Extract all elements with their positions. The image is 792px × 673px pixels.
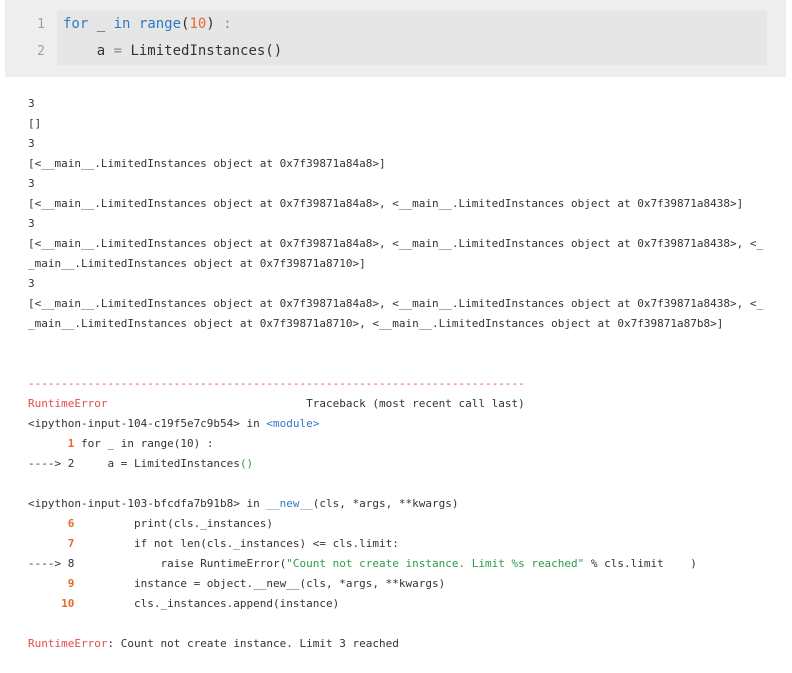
error-name: RuntimeError — [28, 397, 108, 410]
traceback-code: a = LimitedInstances — [74, 457, 240, 470]
frame-function: <module> — [266, 417, 320, 430]
traceback-code: () — [239, 457, 254, 470]
traceback-line: 7 if not len(cls._instances) <= cls.limi… — [28, 534, 788, 554]
code-cell[interactable]: 1 2 for _ in range(10) : a = LimitedInst… — [5, 0, 786, 77]
output-line: [<__main__.LimitedInstances object at 0x… — [28, 237, 764, 250]
frame-in: in — [239, 497, 267, 510]
traceback-arrow: ----> 8 — [28, 557, 75, 570]
traceback-line-number: 1 — [28, 437, 75, 450]
traceback-code: if not len(cls._instances) <= cls.limit: — [74, 537, 399, 550]
traceback-code: % cls.limit ) — [584, 557, 697, 570]
error-message: RuntimeError: Count not create instance.… — [28, 634, 788, 654]
traceback-code: print(cls._instances) — [74, 517, 274, 530]
traceback-frame-header: <ipython-input-104-c19f5e7c9b54> in <mod… — [28, 414, 788, 434]
traceback-code: raise RuntimeError( — [74, 557, 287, 570]
traceback-separator: ----------------------------------------… — [28, 377, 525, 390]
frame-file: <ipython-input-104-c19f5e7c9b54> — [28, 417, 240, 430]
traceback-line-number: 6 — [28, 517, 75, 530]
traceback-frame-header: <ipython-input-103-bfcdfa7b91b8> in __ne… — [28, 494, 788, 514]
code-editor[interactable]: for _ in range(10) : a = LimitedInstance… — [57, 11, 767, 65]
code-line[interactable]: a = LimitedInstances() — [57, 38, 767, 65]
traceback-line-number: 7 — [28, 537, 75, 550]
traceback-line-current: ----> 8 raise RuntimeError("Count not cr… — [28, 554, 788, 574]
traceback-arrow: ----> 2 — [28, 457, 75, 470]
frame-file: <ipython-input-103-bfcdfa7b91b8> — [28, 497, 240, 510]
line-number: 2 — [37, 44, 45, 59]
frame-function: __new__ — [266, 497, 313, 510]
traceback-line-number: 10 — [28, 597, 75, 610]
output-line: 3 — [28, 277, 35, 290]
code-token: : — [214, 16, 232, 32]
code-token: _ — [88, 16, 114, 32]
traceback-line-number: 9 — [28, 577, 75, 590]
traceback-title: Traceback (most recent call last) — [107, 397, 525, 410]
traceback-line-current: ----> 2 a = LimitedInstances() — [28, 454, 788, 474]
output-line: 3 — [28, 137, 35, 150]
output-line: _main__.LimitedInstances object at 0x7f3… — [28, 257, 366, 270]
cell-output: 3 [] 3 [<__main__.LimitedInstances objec… — [28, 94, 788, 654]
error-text: : Count not create instance. Limit 3 rea… — [107, 637, 399, 650]
output-line: _main__.LimitedInstances object at 0x7f3… — [28, 317, 724, 330]
keyword: in — [113, 16, 131, 32]
output-line: [<__main__.LimitedInstances object at 0x… — [28, 157, 386, 170]
frame-in: in — [239, 417, 267, 430]
builtin-name: range — [138, 16, 182, 32]
error-name: RuntimeError — [28, 637, 108, 650]
output-line: [<__main__.LimitedInstances object at 0x… — [28, 197, 744, 210]
output-line: 3 — [28, 217, 35, 230]
number-literal: 10 — [189, 16, 207, 32]
traceback-line: 9 instance = object.__new__(cls, *args, … — [28, 574, 788, 594]
operator: = — [113, 43, 123, 59]
frame-args: (cls, *args, **kwargs) — [312, 497, 459, 510]
output-line: [<__main__.LimitedInstances object at 0x… — [28, 297, 764, 310]
traceback-code: _ in range(10) — [100, 437, 207, 450]
code-token: a — [63, 43, 114, 59]
output-line: 3 — [28, 97, 35, 110]
output-line: 3 — [28, 177, 35, 190]
keyword: for — [63, 16, 89, 32]
traceback-line: 10 cls._instances.append(instance) — [28, 594, 788, 614]
traceback-line: 1 for _ in range(10) : — [28, 434, 788, 454]
line-number-gutter: 1 2 — [5, 11, 57, 65]
output-line: [] — [28, 117, 42, 130]
line-number: 1 — [37, 17, 45, 32]
traceback-code: : — [206, 437, 214, 450]
traceback-line: 6 print(cls._instances) — [28, 514, 788, 534]
traceback-header: RuntimeError Traceback (most recent call… — [28, 394, 788, 414]
traceback-code: cls._instances.append(instance) — [74, 597, 340, 610]
traceback: ----------------------------------------… — [28, 374, 788, 654]
traceback-code: instance = object.__new__(cls, *args, **… — [74, 577, 446, 590]
code-token: LimitedInstances() — [122, 43, 283, 59]
string-literal: "Count not create instance. Limit %s rea… — [286, 557, 585, 570]
code-token: ) — [206, 16, 215, 32]
keyword: for — [74, 437, 101, 450]
code-line[interactable]: for _ in range(10) : — [57, 11, 767, 38]
